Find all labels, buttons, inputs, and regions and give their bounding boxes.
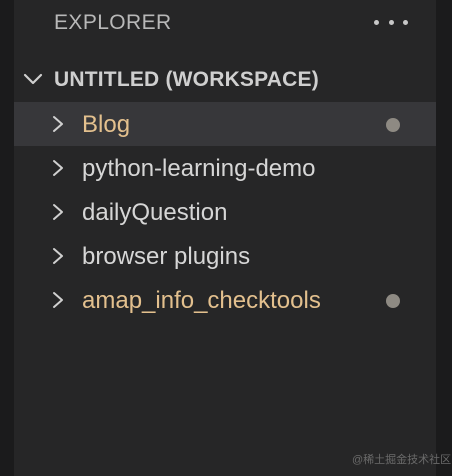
explorer-header: EXPLORER	[14, 0, 436, 48]
folder-item-browser-plugins[interactable]: browser plugins	[14, 234, 436, 278]
folder-label: python-learning-demo	[82, 155, 316, 182]
folder-item-blog[interactable]: Blog	[14, 102, 436, 146]
chevron-right-icon	[53, 204, 63, 220]
chevron-right-icon	[53, 248, 63, 264]
folder-item-dailyquestion[interactable]: dailyQuestion	[14, 190, 436, 234]
workspace-section-header[interactable]: UNTITLED (WORKSPACE)	[14, 58, 436, 102]
modified-indicator-dot	[386, 294, 400, 308]
more-actions-ellipsis-icon[interactable]	[374, 10, 408, 34]
explorer-sidebar: EXPLORER UNTITLED (WORKSPACE) Blog pytho…	[14, 0, 436, 476]
folder-label: dailyQuestion	[82, 199, 228, 226]
ellipsis-dot	[403, 19, 408, 25]
workspace-title: UNTITLED (WORKSPACE)	[54, 68, 319, 91]
folder-label: amap_info_checktools	[82, 287, 321, 314]
folder-label: Blog	[82, 111, 131, 138]
watermark: @稀土掘金技术社区	[352, 454, 452, 466]
explorer-title: EXPLORER	[54, 11, 172, 34]
chevron-right-icon	[53, 292, 63, 308]
ellipsis-dot	[374, 19, 379, 25]
chevron-right-icon	[53, 116, 63, 132]
chevron-right-icon	[53, 160, 63, 176]
chevron-down-icon	[23, 73, 43, 85]
folder-label: browser plugins	[82, 243, 251, 270]
modified-indicator-dot	[386, 118, 400, 132]
folder-item-amap-info-checktools[interactable]: amap_info_checktools	[14, 278, 436, 322]
ellipsis-dot	[388, 19, 394, 25]
folder-item-python-learning-demo[interactable]: python-learning-demo	[14, 146, 436, 190]
